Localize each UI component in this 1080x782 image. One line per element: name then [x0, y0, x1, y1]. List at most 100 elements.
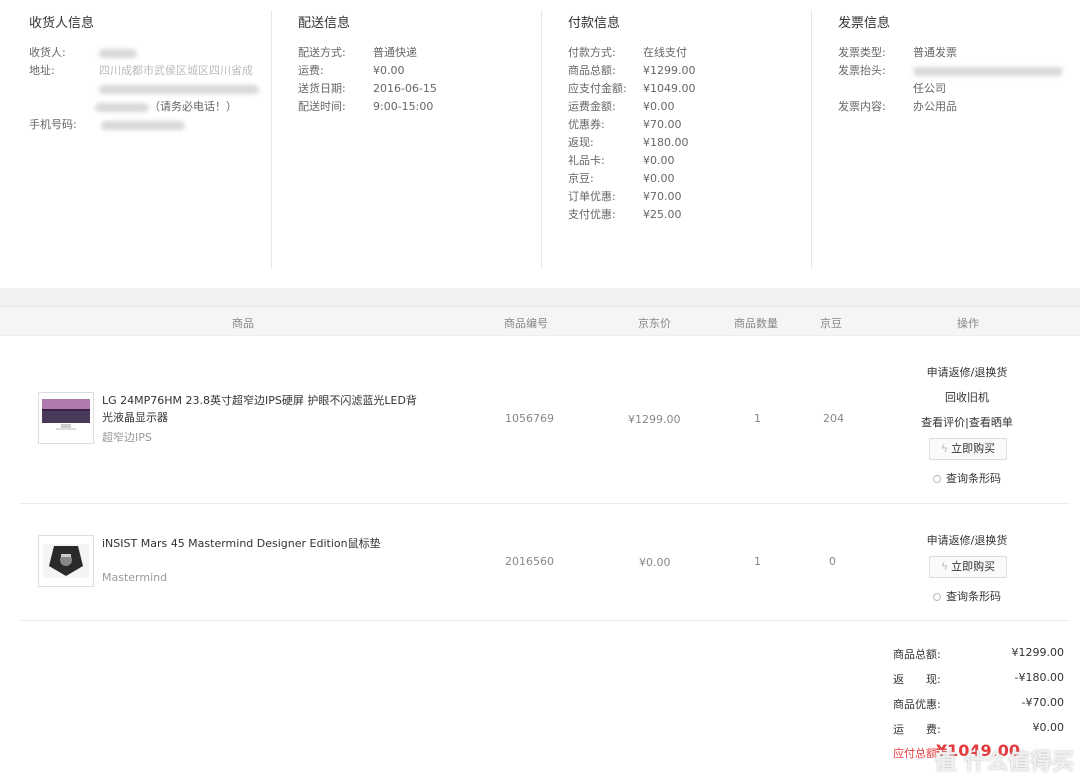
items-table-header: 商品 商品编号 京东价 商品数量 京豆 操作	[0, 306, 1080, 336]
product-thumbnail[interactable]	[38, 535, 94, 587]
delivery-time-value: 9:00-15:00	[373, 100, 434, 113]
receiver-title: 收货人信息	[29, 16, 95, 31]
delivery-date-value: 2016-06-15	[373, 82, 437, 95]
delivery-date-label: 送货日期:	[298, 82, 346, 95]
summary-cashback-label: 返 现:	[893, 673, 941, 686]
return-repair-link[interactable]: 申请返修/退换货	[907, 364, 1027, 380]
product-code: 2016560	[505, 555, 554, 568]
col-header-price: 京东价	[638, 317, 671, 330]
payment-row-label: 礼品卡:	[568, 154, 605, 167]
product-beans: 204	[823, 412, 844, 425]
watermark-logo: 值 什么值得买	[934, 750, 1074, 775]
payment-row-label: 支付优惠:	[568, 208, 616, 221]
lightning-icon: ϟ	[940, 560, 949, 573]
product-name-link[interactable]: iNSIST Mars 45 Mastermind Designer Editi…	[102, 535, 462, 552]
monitor-image-icon	[42, 399, 90, 430]
redacted-address-2	[95, 102, 149, 112]
buy-now-button[interactable]: ϟ 立即购买	[929, 556, 1007, 578]
barcode-query-label: 查询条形码	[946, 590, 1001, 603]
delivery-title: 配送信息	[298, 16, 351, 31]
product-name-link[interactable]: LG 24MP76HM 23.8英寸超窄边IPS硬屏 护眼不闪滤蓝光LED背光液…	[102, 392, 422, 426]
search-icon	[933, 593, 941, 601]
product-code: 1056769	[505, 412, 554, 425]
payment-row-label: 返现:	[568, 136, 594, 149]
invoice-type-value: 普通发票	[913, 46, 957, 59]
product-subtitle: Mastermind	[102, 571, 168, 584]
invoice-section: 发票信息 发票类型: 普通发票 发票抬头: 任公司 发票内容: 办公用品	[838, 12, 1073, 116]
payment-row-value: ¥70.00	[643, 118, 682, 131]
delivery-method-value: 普通快递	[373, 46, 417, 59]
invoice-head-label: 发票抬头:	[838, 64, 886, 77]
barcode-query-link[interactable]: 查询条形码	[933, 588, 1001, 604]
payment-row-label: 优惠券:	[568, 118, 605, 131]
address-label: 地址:	[29, 64, 55, 77]
table-row: iNSIST Mars 45 Mastermind Designer Editi…	[20, 504, 1070, 621]
trade-in-link[interactable]: 回收旧机	[907, 389, 1027, 405]
payment-row-label: 付款方式:	[568, 46, 616, 59]
redacted-name	[99, 48, 137, 58]
summary-shipping-label: 运 费:	[893, 723, 941, 736]
table-row: LG 24MP76HM 23.8英寸超窄边IPS硬屏 护眼不闪滤蓝光LED背光液…	[20, 336, 1070, 504]
invoice-title: 发票信息	[838, 16, 891, 31]
payment-row-value: ¥1049.00	[643, 82, 696, 95]
payment-row-label: 运费金额:	[568, 100, 616, 113]
delivery-section: 配送信息 配送方式: 普通快递 运费: ¥0.00 送货日期: 2016-06-15 …	[298, 12, 538, 116]
return-repair-link[interactable]: 申请返修/退换货	[907, 532, 1027, 548]
product-thumbnail[interactable]	[38, 392, 94, 444]
product-subtitle: 超窄边IPS	[102, 431, 152, 444]
payment-row-value: 在线支付	[643, 46, 687, 59]
payment-row-value: ¥0.00	[643, 154, 675, 167]
phone-label: 手机号码:	[29, 118, 77, 131]
search-icon	[933, 475, 941, 483]
view-review-link[interactable]: 查看评价|查看晒单	[907, 414, 1027, 430]
payment-row-label: 商品总额:	[568, 64, 616, 77]
payment-row-value: ¥180.00	[643, 136, 689, 149]
payment-section: 付款信息 付款方式: 在线支付 商品总额: ¥1299.00 应支付金额: ¥1049…	[568, 12, 808, 224]
payment-row-value: ¥1299.00	[643, 64, 696, 77]
payment-row-label: 应支付金额:	[568, 82, 627, 95]
shipping-fee-label: 运费:	[298, 64, 324, 77]
delivery-time-label: 配送时间:	[298, 100, 346, 113]
invoice-head-suffix: 任公司	[913, 82, 946, 95]
receiver-section: 收货人信息 收货人: 地址: 四川成都市武侯区城区四川省成 （请务必电话！） 手机…	[29, 12, 269, 134]
buy-now-button[interactable]: ϟ 立即购买	[929, 438, 1007, 460]
summary-total-label: 商品总额:	[893, 648, 941, 661]
delivery-method-label: 配送方式:	[298, 46, 346, 59]
payment-row-label: 京豆:	[568, 172, 594, 185]
summary-promo-value: -¥70.00	[1021, 696, 1064, 709]
barcode-query-link[interactable]: 查询条形码	[933, 470, 1001, 486]
invoice-type-label: 发票类型:	[838, 46, 886, 59]
redacted-invoice-head	[913, 66, 1063, 76]
order-info-panel: 收货人信息 收货人: 地址: 四川成都市武侯区城区四川省成 （请务必电话！） 手机…	[0, 0, 1080, 288]
payment-row-label: 订单优惠:	[568, 190, 616, 203]
invoice-content-value: 办公用品	[913, 100, 957, 113]
shipping-fee-value: ¥0.00	[373, 64, 405, 77]
col-header-beans: 京豆	[820, 317, 842, 330]
mousepad-image-icon	[43, 544, 89, 578]
divider	[811, 10, 812, 268]
divider	[541, 10, 542, 268]
buy-now-label: 立即购买	[951, 442, 996, 455]
product-qty: 1	[754, 412, 761, 425]
redacted-address	[99, 84, 259, 94]
payment-row-value: ¥0.00	[643, 172, 675, 185]
address-line-1: 四川成都市武侯区城区四川省成	[99, 64, 253, 77]
address-line-2: （请务必电话！）	[149, 100, 237, 113]
barcode-query-label: 查询条形码	[946, 472, 1001, 485]
items-table-body: LG 24MP76HM 23.8英寸超窄边IPS硬屏 护眼不闪滤蓝光LED背光液…	[0, 336, 1080, 782]
buy-now-label: 立即购买	[951, 560, 996, 573]
summary-shipping-value: ¥0.00	[1032, 721, 1065, 734]
summary-total-value: ¥1299.00	[1011, 646, 1065, 659]
invoice-content-label: 发票内容:	[838, 100, 886, 113]
product-qty: 1	[754, 555, 761, 568]
product-beans: 0	[829, 555, 836, 568]
summary-promo-label: 商品优惠:	[893, 698, 941, 711]
redacted-phone	[101, 120, 185, 130]
product-price: ¥0.00	[639, 556, 671, 569]
payment-row-value: ¥25.00	[643, 208, 682, 221]
col-header-code: 商品编号	[504, 317, 548, 330]
payment-title: 付款信息	[568, 16, 621, 31]
payment-row-value: ¥0.00	[643, 100, 675, 113]
summary-cashback-value: -¥180.00	[1014, 671, 1064, 684]
product-price: ¥1299.00	[628, 413, 681, 426]
